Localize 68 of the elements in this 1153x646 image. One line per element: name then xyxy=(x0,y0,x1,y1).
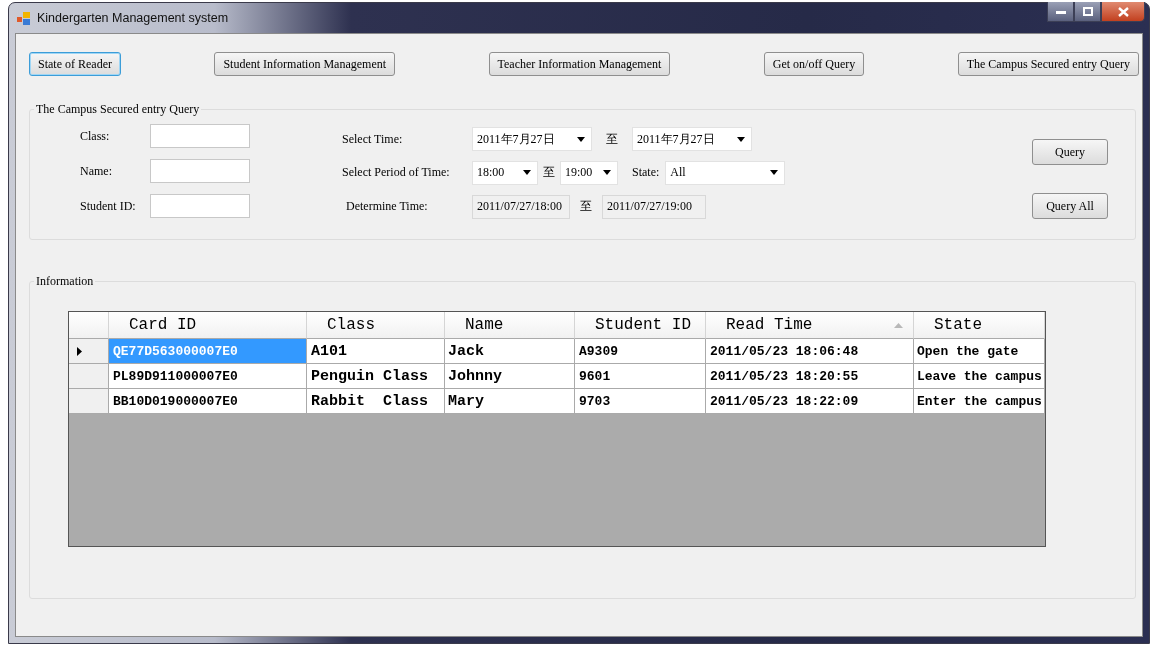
current-row-icon xyxy=(77,346,82,356)
field-label: Determine Time: xyxy=(345,199,429,215)
column-header[interactable]: Card ID xyxy=(109,312,307,339)
minimize-button[interactable] xyxy=(1047,2,1074,22)
column-header[interactable]: Student ID xyxy=(575,312,706,339)
text-field[interactable]: 2011/07/27/19:00 xyxy=(602,194,706,219)
state-dropdown[interactable]: All xyxy=(665,161,786,185)
group-title: Information xyxy=(35,274,95,289)
text-field[interactable]: 2011/07/27/18:00 xyxy=(472,194,570,219)
window-title: Kindergarten Management system xyxy=(37,11,229,25)
caret-icon xyxy=(737,136,745,142)
column-header[interactable]: Name xyxy=(445,312,575,339)
field-label: Select Time: xyxy=(342,131,404,147)
table-cell[interactable]: A9309 xyxy=(575,339,706,364)
separator-label: 至 xyxy=(579,198,593,216)
header-corner xyxy=(69,312,109,339)
field-label: Student ID: xyxy=(80,198,137,214)
caret-icon xyxy=(577,136,585,142)
table-cell[interactable]: Enter the campus xyxy=(914,389,1045,414)
nav-button[interactable]: State of Reader xyxy=(29,52,121,76)
table-cell[interactable]: Rabbit Class xyxy=(307,389,445,414)
app-icon xyxy=(17,11,31,25)
caret-icon xyxy=(603,170,611,176)
table-cell[interactable]: A101 xyxy=(307,339,445,364)
maximize-button[interactable] xyxy=(1074,2,1101,22)
query-button[interactable]: Query xyxy=(1032,139,1108,165)
table-cell[interactable]: PL89D911000007E0 xyxy=(109,364,307,389)
date-picker[interactable]: 2011年7月27日 xyxy=(472,127,592,152)
row-header[interactable] xyxy=(69,339,109,364)
table-cell[interactable]: Leave the campus xyxy=(914,364,1045,389)
table-cell[interactable]: Johnny xyxy=(445,364,575,389)
table-cell[interactable]: Mary xyxy=(445,389,575,414)
group-title: The Campus Secured entry Query xyxy=(35,102,201,117)
field-label: Name: xyxy=(80,163,113,179)
column-header[interactable]: Read Time xyxy=(706,312,914,339)
close-button[interactable] xyxy=(1101,2,1145,22)
column-header[interactable]: State xyxy=(914,312,1045,339)
table-cell[interactable]: Open the gate xyxy=(914,339,1045,364)
table-cell[interactable]: BB10D019000007E0 xyxy=(109,389,307,414)
table-cell[interactable]: 9601 xyxy=(575,364,706,389)
nav-button[interactable]: The Campus Secured entry Query xyxy=(957,52,1139,76)
separator-label: 至 xyxy=(605,130,619,148)
time-dropdown[interactable]: 18:00 xyxy=(472,161,538,185)
caret-icon xyxy=(523,170,531,176)
table-cell[interactable]: 2011/05/23 18:06:48 xyxy=(706,339,914,364)
separator-label: 至 xyxy=(542,164,556,182)
table-cell[interactable]: 2011/05/23 18:22:09 xyxy=(706,389,914,414)
table-cell[interactable]: Jack xyxy=(445,339,575,364)
text-field[interactable] xyxy=(150,159,250,183)
table-cell[interactable]: 9703 xyxy=(575,389,706,414)
nav-button[interactable]: Teacher Information Management xyxy=(488,52,671,76)
field-label: State: xyxy=(632,165,660,181)
field-label: Class: xyxy=(80,128,111,144)
text-field[interactable] xyxy=(150,124,250,148)
minimize-icon xyxy=(1055,9,1066,14)
date-picker[interactable]: 2011年7月27日 xyxy=(632,127,752,152)
table-cell[interactable]: 2011/05/23 18:20:55 xyxy=(706,364,914,389)
column-header[interactable]: Class xyxy=(307,312,445,339)
table-cell[interactable]: Penguin Class xyxy=(307,364,445,389)
maximize-icon xyxy=(1082,7,1093,16)
nav-button[interactable]: Student Information Management xyxy=(214,52,396,76)
caret-icon xyxy=(770,170,779,176)
close-icon xyxy=(1117,6,1129,17)
nav-button[interactable]: Get on/off Query xyxy=(763,52,865,76)
time-dropdown[interactable]: 19:00 xyxy=(560,161,618,185)
text-field[interactable] xyxy=(150,194,250,218)
field-label: Select Period of Time: xyxy=(342,165,451,181)
query-button[interactable]: Query All xyxy=(1032,193,1108,219)
